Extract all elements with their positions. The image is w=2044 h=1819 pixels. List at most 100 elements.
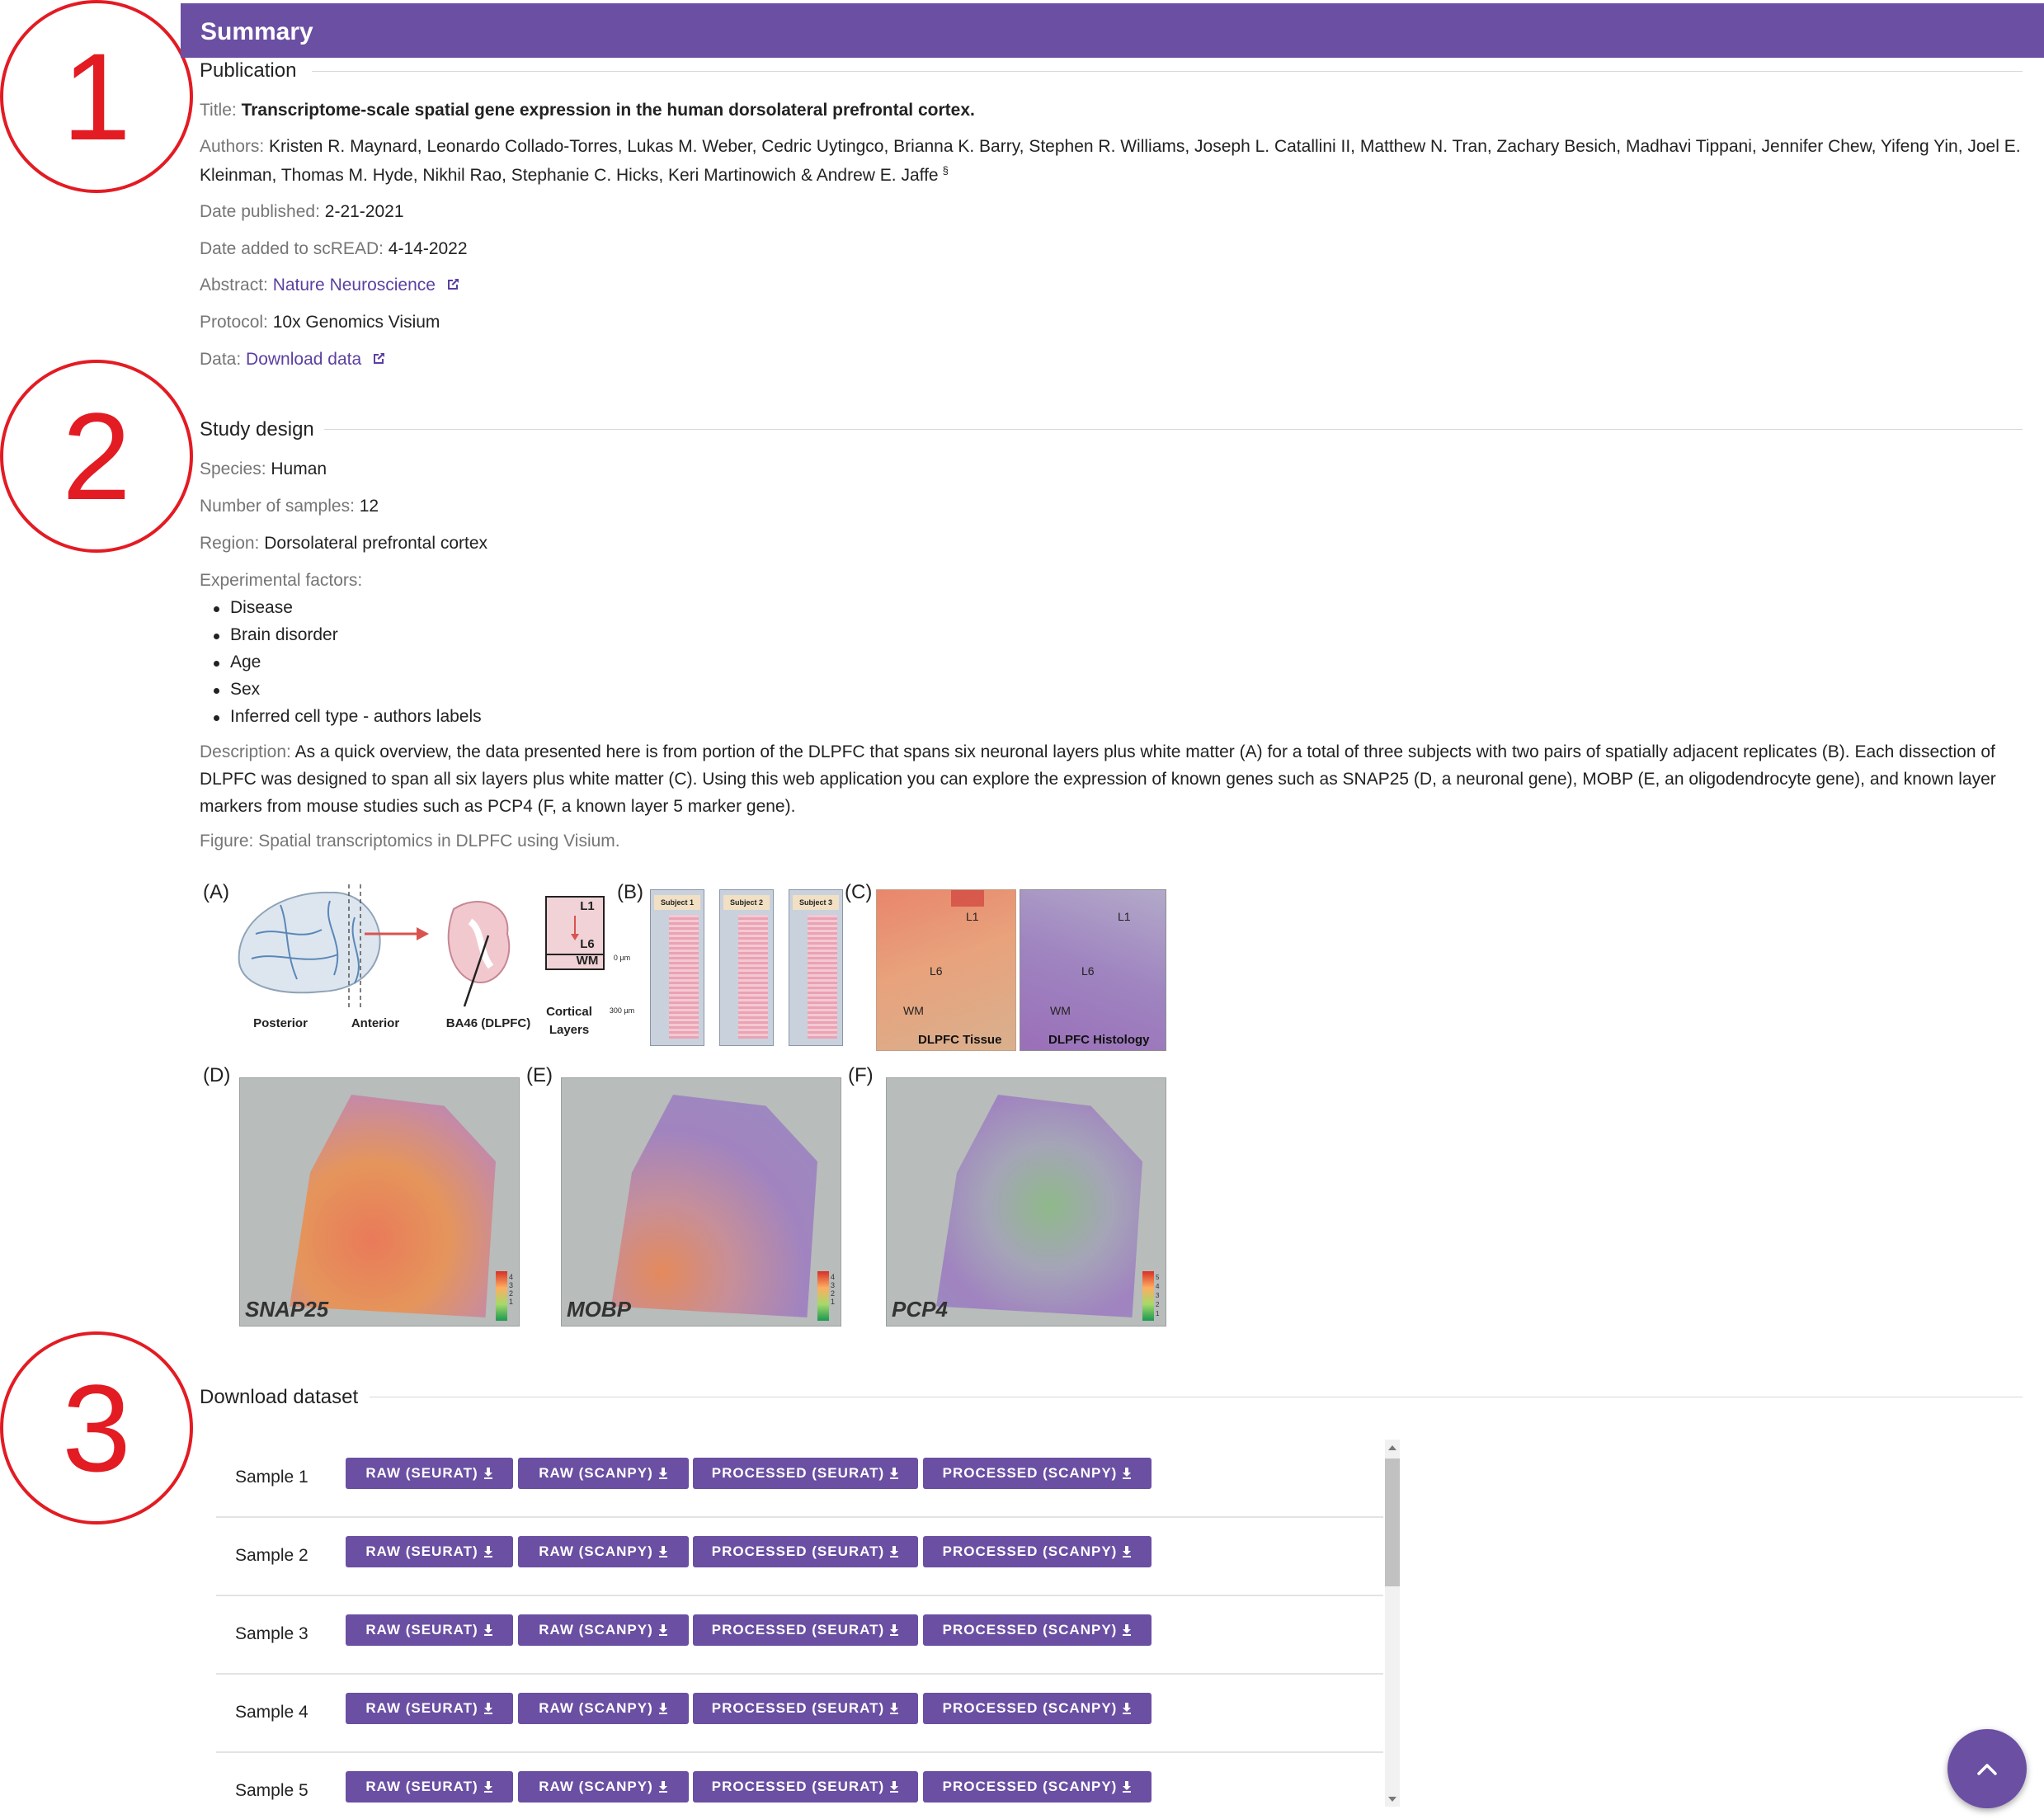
histology-caption: DLPFC Histology xyxy=(1048,1033,1150,1047)
button-label: RAW (SCANPY) xyxy=(539,1700,653,1716)
histology-l1-label: L1 xyxy=(1118,910,1131,923)
authors-footnote: § xyxy=(942,164,949,177)
raw-seurat-button[interactable]: RAW (SEURAT) xyxy=(346,1693,513,1724)
summary-header: Summary xyxy=(181,3,2044,58)
button-label: RAW (SCANPY) xyxy=(539,1465,653,1481)
color-scale xyxy=(1142,1271,1154,1321)
download-icon xyxy=(1123,1624,1132,1636)
panel-label-d: (D) xyxy=(203,1064,231,1086)
layer-bottom-label: L6 xyxy=(580,937,595,951)
raw-scanpy-button[interactable]: RAW (SCANPY) xyxy=(518,1693,689,1724)
processed-seurat-button[interactable]: PROCESSED (SEURAT) xyxy=(693,1536,918,1567)
tissue-spots xyxy=(611,1095,817,1317)
download-icon xyxy=(890,1546,899,1557)
raw-scanpy-button[interactable]: RAW (SCANPY) xyxy=(518,1536,689,1567)
download-data-link[interactable]: Download data xyxy=(246,350,361,369)
download-icon xyxy=(658,1468,667,1479)
tissue-wm-label: WM xyxy=(903,1004,924,1017)
download-icon xyxy=(483,1468,492,1479)
date-added: Date added to scREAD: 4-14-2022 xyxy=(200,239,468,259)
processed-scanpy-button[interactable]: PROCESSED (SCANPY) xyxy=(923,1693,1152,1724)
samples-label: Number of samples: xyxy=(200,497,360,516)
factors-label-text: Experimental factors: xyxy=(200,571,363,590)
dlpfc-tissue-image: L1 L6 WM DLPFC Tissue xyxy=(876,889,1016,1051)
scale-numbers: 4321 xyxy=(831,1273,839,1306)
raw-scanpy-button[interactable]: RAW (SCANPY) xyxy=(518,1614,689,1646)
tissue-hotspot xyxy=(951,890,984,907)
processed-scanpy-button[interactable]: PROCESSED (SCANPY) xyxy=(923,1458,1152,1489)
button-label: RAW (SCANPY) xyxy=(539,1779,653,1794)
list-item: Age xyxy=(210,651,482,678)
download-icon xyxy=(483,1703,492,1714)
raw-scanpy-button[interactable]: RAW (SCANPY) xyxy=(518,1771,689,1803)
download-icon xyxy=(483,1546,492,1557)
button-label: RAW (SEURAT) xyxy=(365,1543,478,1559)
raw-seurat-button[interactable]: RAW (SEURAT) xyxy=(346,1614,513,1646)
button-label: RAW (SEURAT) xyxy=(365,1779,478,1794)
list-item: Brain disorder xyxy=(210,624,482,651)
download-icon xyxy=(483,1624,492,1636)
badge-number: 2 xyxy=(62,387,131,525)
raw-scanpy-button[interactable]: RAW (SCANPY) xyxy=(518,1458,689,1489)
gene-label-snap25: SNAP25 xyxy=(245,1297,329,1322)
tissue-l1-label: L1 xyxy=(966,910,979,923)
button-label: RAW (SCANPY) xyxy=(539,1622,653,1638)
download-icon xyxy=(1123,1781,1132,1793)
snap25-expression-map: SNAP25 4321 xyxy=(239,1077,520,1327)
badge-number: 1 xyxy=(62,27,131,166)
external-link-icon[interactable] xyxy=(371,351,386,366)
publication-title: Title: Transcriptome-scale spatial gene … xyxy=(200,101,975,120)
scroll-down-arrow-icon[interactable] xyxy=(1388,1797,1396,1802)
processed-scanpy-button[interactable]: PROCESSED (SCANPY) xyxy=(923,1614,1152,1646)
button-label: PROCESSED (SCANPY) xyxy=(942,1622,1118,1638)
back-to-top-button[interactable] xyxy=(1947,1729,2027,1808)
scale-tick: 2 xyxy=(509,1289,514,1298)
ba46-label: BA46 (DLPFC) xyxy=(445,1016,531,1030)
scale-tick: 2 xyxy=(1156,1301,1160,1308)
download-table[interactable]: Sample 1 RAW (SEURAT) RAW (SCANPY) PROCE… xyxy=(216,1440,1400,1807)
subject-label: Subject 1 xyxy=(654,895,700,910)
scale-tick: 3 xyxy=(509,1281,514,1289)
anterior-label: Anterior xyxy=(351,1016,400,1030)
scroll-up-arrow-icon[interactable] xyxy=(1388,1445,1396,1450)
button-label: PROCESSED (SEURAT) xyxy=(711,1622,885,1638)
gene-label-pcp4: PCP4 xyxy=(892,1297,948,1322)
tissue-caption: DLPFC Tissue xyxy=(918,1033,1002,1047)
list-item: Disease xyxy=(210,596,482,624)
button-label: RAW (SEURAT) xyxy=(365,1700,478,1716)
button-label: PROCESSED (SEURAT) xyxy=(711,1700,885,1716)
button-label: PROCESSED (SEURAT) xyxy=(711,1543,885,1559)
scale-tick: 1 xyxy=(509,1298,514,1306)
badge-number: 3 xyxy=(62,1359,131,1497)
raw-seurat-button[interactable]: RAW (SEURAT) xyxy=(346,1536,513,1567)
publication-heading: Publication xyxy=(200,59,297,82)
processed-seurat-button[interactable]: PROCESSED (SEURAT) xyxy=(693,1693,918,1724)
button-label: RAW (SCANPY) xyxy=(539,1543,653,1559)
capture-areas xyxy=(669,915,699,1039)
download-icon xyxy=(1123,1703,1132,1714)
external-link-icon[interactable] xyxy=(445,277,460,292)
raw-seurat-button[interactable]: RAW (SEURAT) xyxy=(346,1771,513,1803)
species-row: Species: Human xyxy=(200,459,327,479)
pcp4-expression-map: PCP4 5 4 3 2 1 xyxy=(886,1077,1166,1327)
processed-seurat-button[interactable]: PROCESSED (SEURAT) xyxy=(693,1771,918,1803)
button-label: PROCESSED (SCANPY) xyxy=(942,1543,1118,1559)
title-label: Title: xyxy=(200,101,242,120)
raw-seurat-button[interactable]: RAW (SEURAT) xyxy=(346,1458,513,1489)
processed-scanpy-button[interactable]: PROCESSED (SCANPY) xyxy=(923,1536,1152,1567)
processed-scanpy-button[interactable]: PROCESSED (SCANPY) xyxy=(923,1771,1152,1803)
subject-label: Subject 2 xyxy=(723,895,770,910)
tissue-spots xyxy=(290,1095,496,1317)
download-icon xyxy=(658,1703,667,1714)
processed-seurat-button[interactable]: PROCESSED (SEURAT) xyxy=(693,1614,918,1646)
table-row: Sample 2 RAW (SEURAT) RAW (SCANPY) PROCE… xyxy=(216,1518,1383,1596)
list-item: Inferred cell type - authors labels xyxy=(210,705,482,733)
processed-seurat-button[interactable]: PROCESSED (SEURAT) xyxy=(693,1458,918,1489)
table-row: Sample 4 RAW (SEURAT) RAW (SCANPY) PROCE… xyxy=(216,1675,1383,1753)
annotation-badge-3: 3 xyxy=(0,1331,193,1524)
color-scale xyxy=(496,1271,507,1321)
authors-label: Authors: xyxy=(200,137,270,156)
abstract-link[interactable]: Nature Neuroscience xyxy=(273,276,436,295)
layer-wm-label: WM xyxy=(576,954,599,968)
scrollbar-thumb[interactable] xyxy=(1385,1458,1400,1586)
